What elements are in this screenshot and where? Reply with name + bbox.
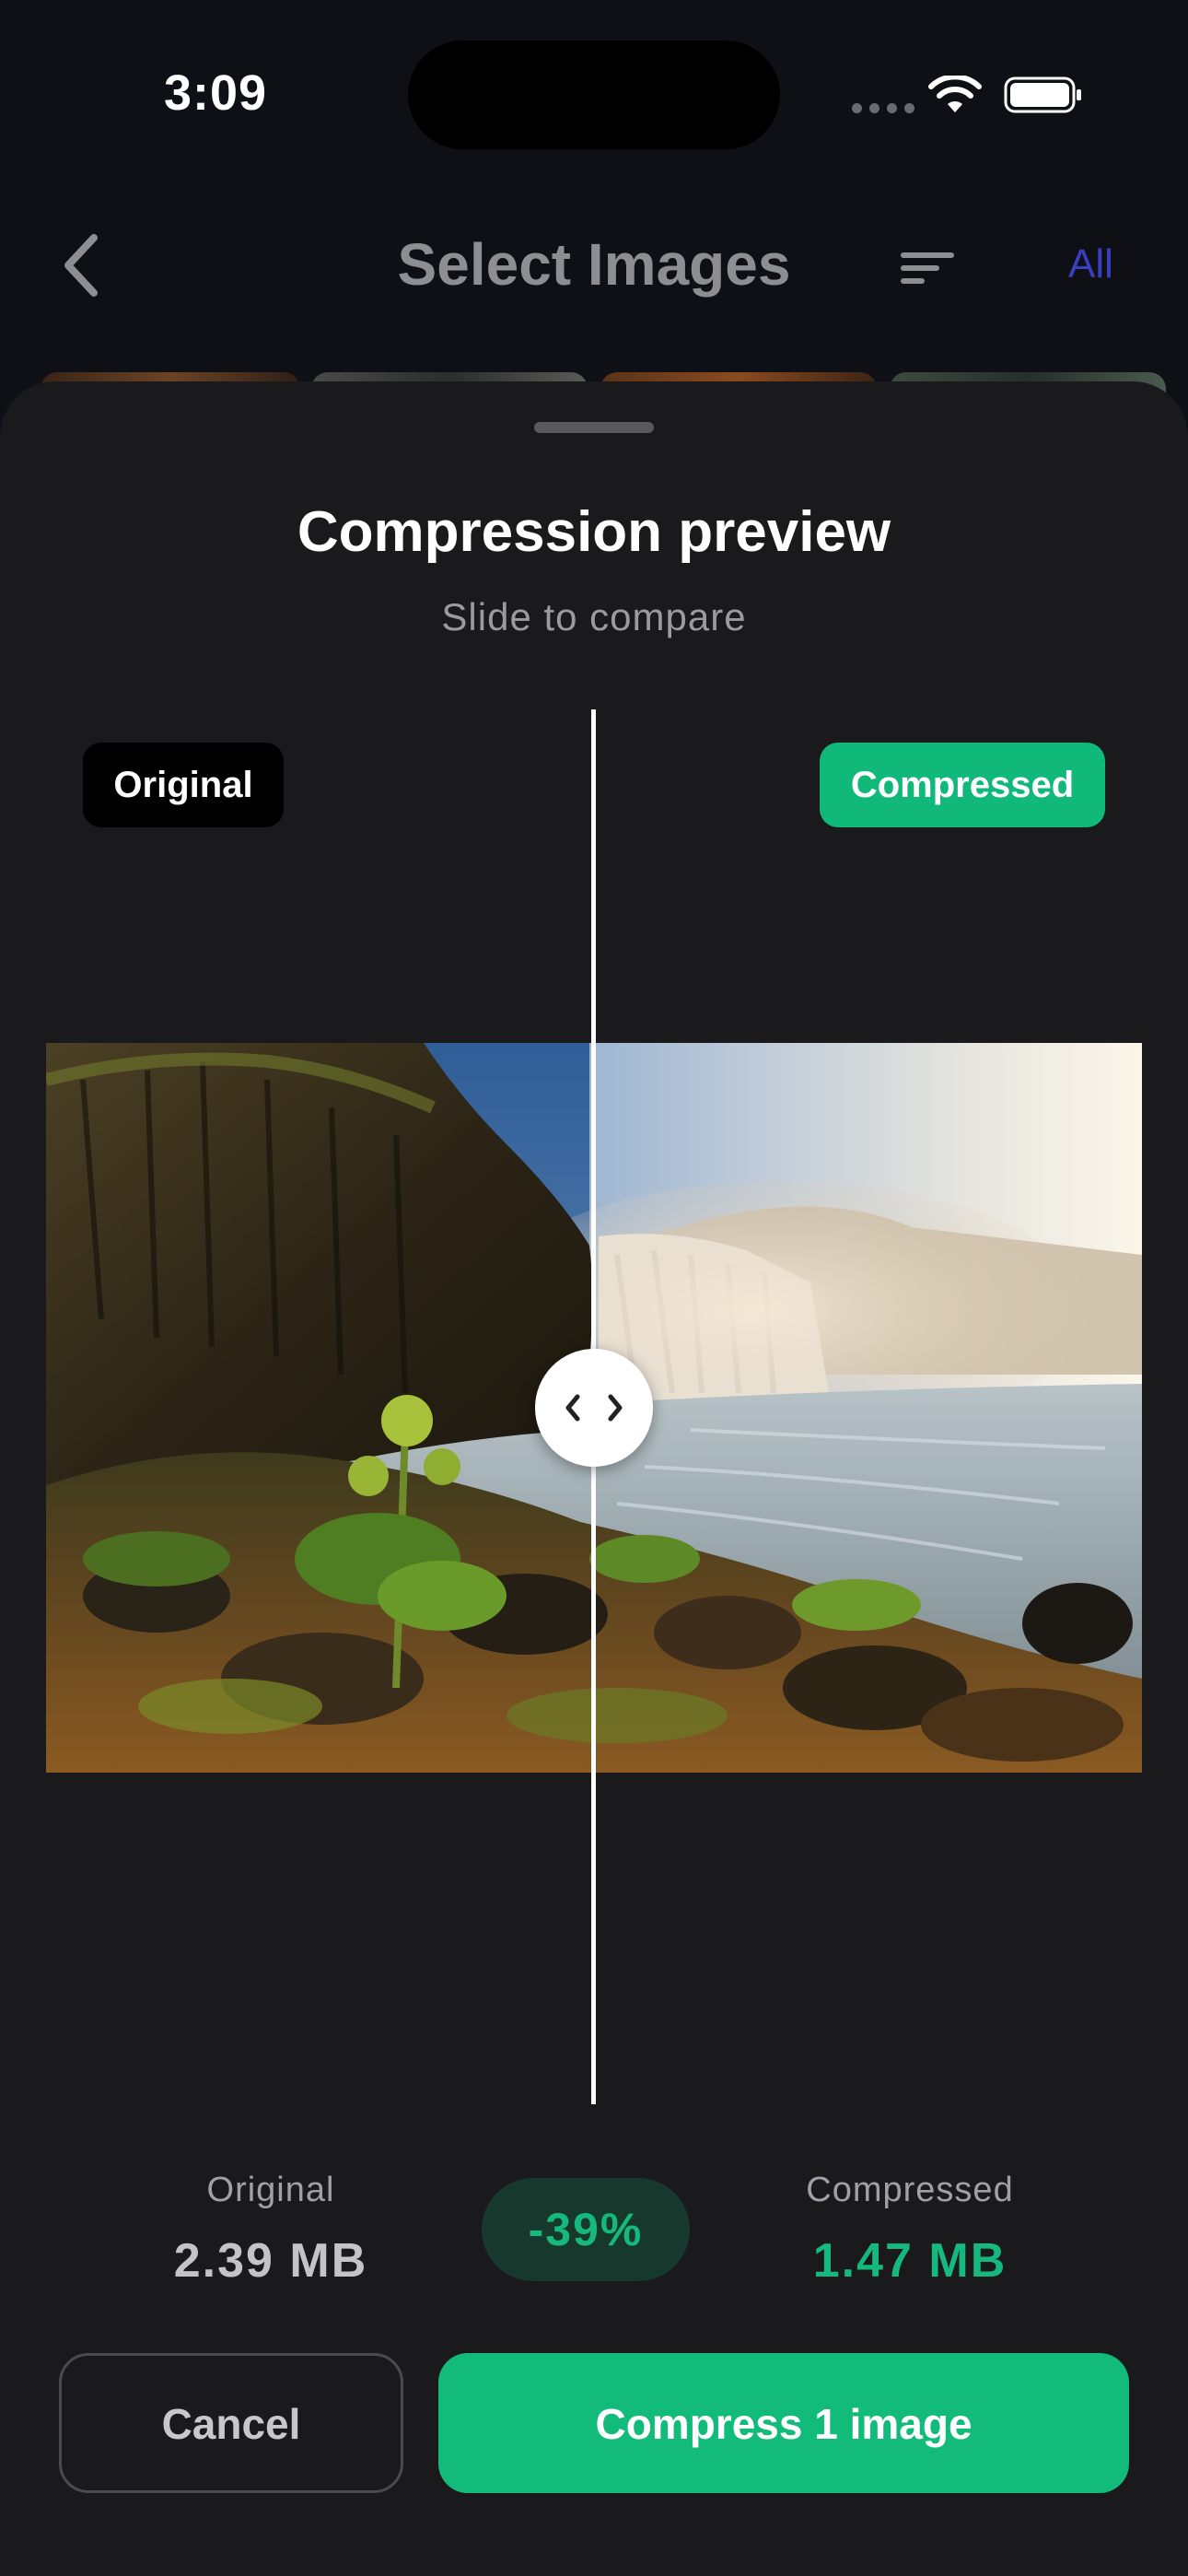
- dynamic-island: [408, 41, 780, 149]
- background-screen: 3:09 Select Images All: [0, 0, 1188, 424]
- original-size-value: 2.39 MB: [173, 2234, 368, 2288]
- size-reduction-badge: -39%: [482, 2178, 690, 2281]
- compression-preview-sheet: Compression preview Slide to compare Ori…: [0, 381, 1188, 2576]
- compressed-size-value: 1.47 MB: [812, 2234, 1007, 2288]
- nav-title: Select Images: [397, 231, 791, 298]
- wifi-icon: [928, 76, 982, 112]
- cellular-signal-icon: [852, 103, 914, 113]
- compress-button[interactable]: Compress 1 image: [438, 2353, 1129, 2493]
- sheet-grabber[interactable]: [534, 422, 654, 433]
- compare-arrows-icon: [565, 1394, 623, 1422]
- compare-slider-handle[interactable]: [535, 1349, 653, 1467]
- sort-icon[interactable]: [899, 249, 956, 287]
- battery-icon: [1004, 76, 1081, 113]
- select-all-button[interactable]: All: [1068, 241, 1113, 287]
- sheet-subtitle: Slide to compare: [441, 595, 747, 638]
- sheet-title: Compression preview: [297, 500, 891, 564]
- original-size-label: Original: [206, 2171, 335, 2209]
- cancel-button[interactable]: Cancel: [59, 2353, 403, 2493]
- compressed-badge: Compressed: [820, 743, 1105, 827]
- compressed-size-label: Compressed: [806, 2171, 1014, 2209]
- status-time: 3:09: [164, 65, 268, 121]
- original-badge: Original: [83, 743, 284, 827]
